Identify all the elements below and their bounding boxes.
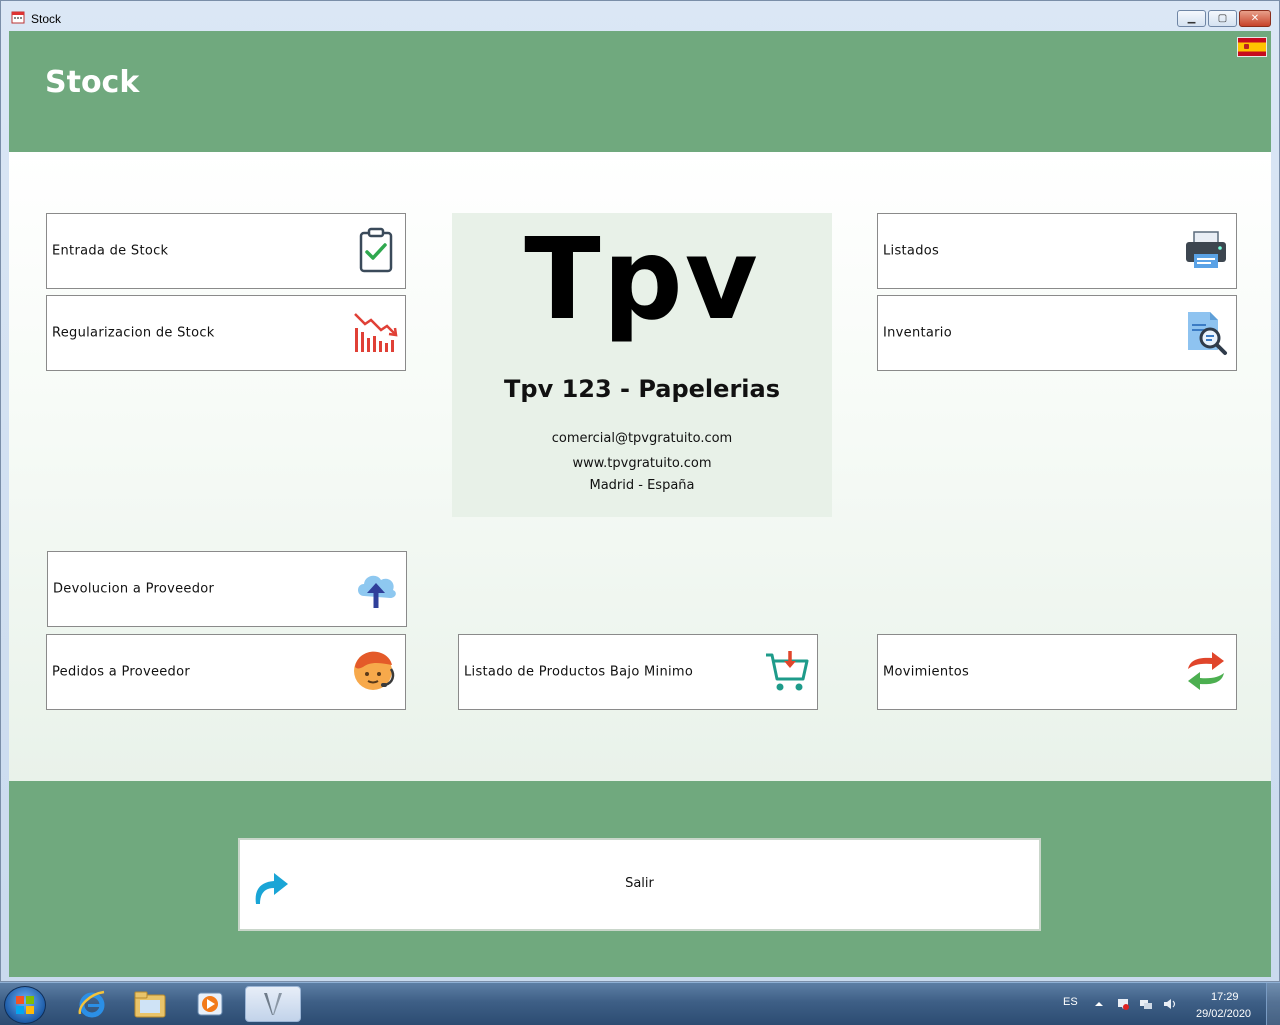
info-panel: Tpv Tpv 123 - Papelerias comercial@tpvgr… — [452, 213, 832, 517]
media-player-icon — [197, 992, 223, 1016]
main-content: Entrada de Stock Regularizacion de Stock — [9, 152, 1271, 781]
minimize-button[interactable]: ▁ — [1177, 10, 1206, 27]
tile-label: Inventario — [883, 325, 952, 341]
file-explorer-icon — [134, 991, 166, 1018]
entrada-de-stock-button[interactable]: Entrada de Stock — [46, 213, 406, 289]
tile-label: Regularizacion de Stock — [52, 325, 215, 341]
salir-button[interactable]: Salir — [238, 838, 1041, 931]
cart-download-icon — [766, 651, 809, 691]
tile-label: Movimientos — [883, 664, 970, 680]
window-title: Stock — [31, 12, 62, 26]
contact-email: comercial@tpvgratuito.com — [551, 431, 733, 446]
tile-label: Pedidos a Proveedor — [52, 664, 191, 680]
tpv-logo: Tpv — [524, 215, 760, 345]
tpv-app-icon — [264, 993, 282, 1015]
title-bar[interactable]: Stock ▁ ▢ ✕ — [1, 1, 1279, 31]
website: www.tpvgratuito.com — [572, 456, 712, 471]
sync-arrows-icon — [1188, 652, 1224, 690]
close-icon: ✕ — [1250, 13, 1260, 24]
listados-button[interactable]: Listados — [877, 213, 1237, 289]
exit-label: Salir — [625, 876, 654, 891]
taskbar-media-player[interactable] — [182, 986, 238, 1022]
tile-label: Entrada de Stock — [52, 243, 169, 259]
close-button[interactable]: ✕ — [1239, 10, 1271, 27]
language-indicator[interactable]: ES — [1063, 996, 1078, 1008]
show-desktop-button[interactable] — [1266, 983, 1280, 1025]
listado-productos-bajo-minimo-button[interactable]: Listado de Productos Bajo Minimo — [458, 634, 818, 710]
cloud-upload-icon — [358, 575, 396, 608]
start-button[interactable] — [4, 986, 46, 1024]
taskbar-file-explorer[interactable] — [122, 986, 178, 1022]
tile-label: Devolucion a Proveedor — [53, 581, 215, 597]
maximize-button[interactable]: ▢ — [1208, 10, 1237, 27]
volume-icon[interactable] — [1162, 997, 1176, 1011]
show-hidden-icons-icon[interactable] — [1092, 997, 1106, 1011]
devolucion-a-proveedor-button[interactable]: Devolucion a Proveedor — [47, 551, 407, 627]
network-icon[interactable] — [1139, 997, 1153, 1011]
support-agent-icon — [354, 651, 395, 690]
product-name: Tpv 123 - Papelerias — [504, 375, 780, 403]
pedidos-a-proveedor-button[interactable]: Pedidos a Proveedor — [46, 634, 406, 710]
taskbar: ES 17:29 29/02/2020 — [0, 982, 1280, 1025]
taskbar-tpv-app[interactable] — [245, 986, 301, 1022]
maximize-icon: ▢ — [1217, 13, 1228, 24]
declining-chart-icon — [354, 313, 398, 352]
spain-flag-icon[interactable] — [1237, 37, 1267, 57]
client-area: Stock Entrada de Stock Regularizacion de… — [9, 31, 1271, 977]
header: Stock — [9, 31, 1271, 152]
app-icon — [11, 11, 25, 24]
tile-label: Listado de Productos Bajo Minimo — [464, 664, 694, 680]
document-search-icon — [1188, 312, 1227, 355]
windows-logo-icon — [16, 996, 34, 1014]
movimientos-button[interactable]: Movimientos — [877, 634, 1237, 710]
clock-date[interactable]: 29/02/2020 — [1196, 1008, 1251, 1020]
printer-icon — [1186, 231, 1226, 268]
action-center-icon[interactable] — [1116, 997, 1130, 1011]
internet-explorer-icon — [78, 990, 105, 1018]
app-window: Stock ▁ ▢ ✕ Stock Entrada de Stock Regul… — [0, 0, 1280, 982]
minimize-icon: ▁ — [1187, 13, 1196, 24]
location: Madrid - España — [589, 478, 695, 493]
regularizacion-de-stock-button[interactable]: Regularizacion de Stock — [46, 295, 406, 371]
page-title: Stock — [45, 65, 140, 100]
tile-label: Listados — [883, 243, 940, 259]
clock-time[interactable]: 17:29 — [1211, 991, 1239, 1003]
inventario-button[interactable]: Inventario — [877, 295, 1237, 371]
clipboard-check-icon — [359, 227, 393, 273]
taskbar-internet-explorer[interactable] — [64, 986, 120, 1022]
